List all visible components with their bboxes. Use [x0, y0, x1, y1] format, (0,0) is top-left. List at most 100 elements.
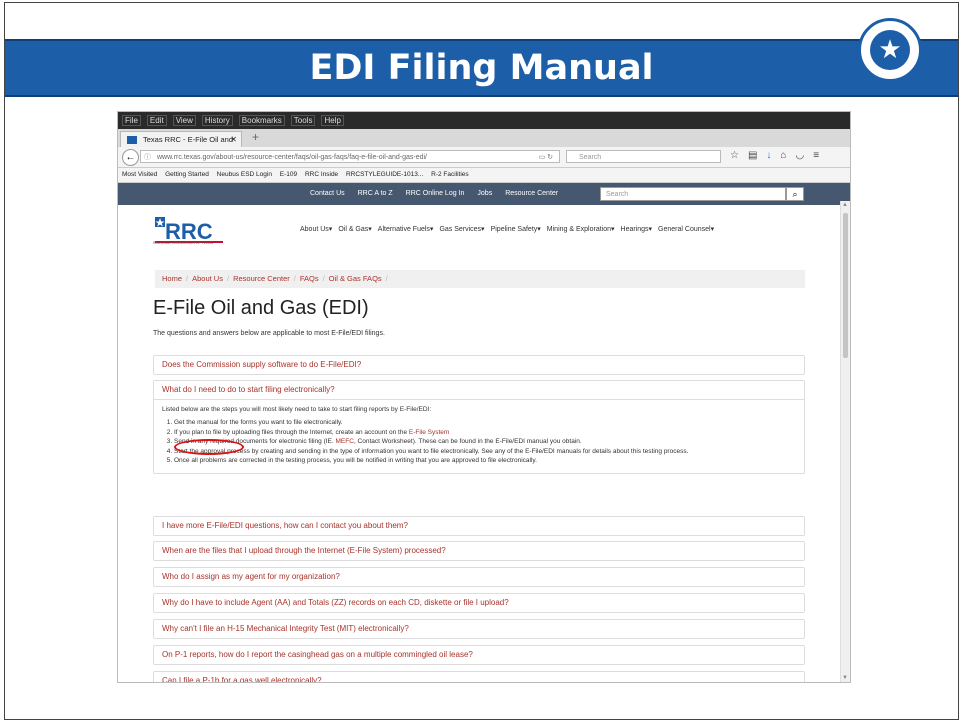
- link-jobs[interactable]: Jobs: [477, 190, 492, 197]
- home-icon[interactable]: ⌂: [780, 150, 795, 161]
- link-resource-center[interactable]: Resource Center: [505, 190, 558, 197]
- steps-list: Get the manual for the forms you want to…: [162, 419, 796, 466]
- bookmark-item[interactable]: RRC Inside: [305, 171, 338, 178]
- step-2: If you plan to file by uploading files t…: [174, 429, 796, 438]
- browser-screenshot: File Edit View History Bookmarks Tools Help Te…: [118, 112, 850, 682]
- bookmark-item[interactable]: RRCSTYLEGUIDE-1013...: [346, 171, 423, 178]
- new-tab-icon[interactable]: +: [252, 130, 259, 144]
- e-file-system-link[interactable]: E-File System: [409, 429, 449, 436]
- download-icon[interactable]: ↓: [766, 150, 780, 161]
- scroll-up-arrow-icon[interactable]: ▲: [842, 202, 848, 208]
- breadcrumb-oil-gas-faqs[interactable]: Oil & Gas FAQs: [329, 274, 382, 283]
- breadcrumb-about-us[interactable]: About Us: [192, 274, 223, 283]
- menu-tools[interactable]: Tools: [290, 115, 316, 126]
- link-contact-us[interactable]: Contact Us: [310, 190, 345, 197]
- url-text: www.rrc.texas.gov/about-us/resource-cent…: [157, 154, 428, 161]
- search-icon[interactable]: ⌕: [786, 187, 804, 201]
- reload-icon[interactable]: ▭ ↻: [539, 151, 553, 164]
- tab-bar: Texas RRC - E-File Oil and Ga ✕ +: [118, 129, 850, 160]
- browser-search-placeholder: Search: [579, 154, 602, 161]
- faq-question[interactable]: When are the files that I upload through…: [154, 542, 804, 560]
- hamburger-menu-icon[interactable]: ≡: [813, 150, 828, 161]
- faq-item[interactable]: When are the files that I upload through…: [153, 541, 805, 561]
- menu-file[interactable]: File: [122, 115, 141, 126]
- faq-item[interactable]: I have more E-File/EDI questions, how ca…: [153, 516, 805, 536]
- breadcrumb-resource-center[interactable]: Resource Center: [233, 274, 290, 283]
- star-icon: ★: [878, 34, 902, 64]
- faq-item[interactable]: Why can't I file an H-15 Mechanical Inte…: [153, 619, 805, 639]
- info-icon[interactable]: ⓘ: [144, 151, 151, 164]
- address-bar[interactable]: ⓘ www.rrc.texas.gov/about-us/resource-ce…: [140, 150, 560, 163]
- mefc-link[interactable]: MEFC: [336, 438, 354, 445]
- faq-item[interactable]: Does the Commission supply software to d…: [153, 355, 805, 375]
- faq-item[interactable]: Why do I have to include Agent (AA) and …: [153, 593, 805, 613]
- menu-edit[interactable]: Edit: [146, 115, 167, 126]
- step-1: Get the manual for the forms you want to…: [174, 419, 796, 428]
- faq-question[interactable]: What do I need to do to start filing ele…: [154, 381, 804, 400]
- faq-question[interactable]: On P-1 reports, how do I report the casi…: [154, 646, 804, 664]
- navigation-bar: ← ⓘ www.rrc.texas.gov/about-us/resource-…: [118, 147, 850, 168]
- toolbar-icons: ☆▤↓⌂◡≡: [730, 150, 828, 161]
- page-title: E-File Oil and Gas (EDI): [153, 297, 369, 319]
- scroll-down-arrow-icon[interactable]: ▼: [842, 675, 848, 681]
- faq-item[interactable]: Can I file a P-1b for a gas well electro…: [153, 671, 805, 682]
- breadcrumb-home[interactable]: Home: [162, 274, 182, 283]
- link-online-login[interactable]: RRC Online Log In: [406, 190, 465, 197]
- faq-question[interactable]: Who do I assign as my agent for my organ…: [154, 568, 804, 586]
- seal-center: ★: [870, 30, 910, 70]
- site-header: RRC RAILROAD COMMISSION OF TEXAS About U…: [118, 205, 850, 255]
- faq-question[interactable]: Does the Commission supply software to d…: [154, 356, 804, 374]
- menu-help[interactable]: Help: [321, 115, 344, 126]
- nav-hearings[interactable]: Hearings▾: [621, 226, 653, 233]
- link-rrc-a-to-z[interactable]: RRC A to Z: [358, 190, 393, 197]
- scrollbar[interactable]: ▲ ▼: [840, 201, 850, 682]
- bookmark-item[interactable]: E-109: [280, 171, 297, 178]
- nav-alternative-fuels[interactable]: Alternative Fuels▾: [378, 226, 434, 233]
- answer-intro: Listed below are the steps you will most…: [162, 406, 432, 413]
- faq-item-expanded[interactable]: What do I need to do to start filing ele…: [153, 380, 805, 474]
- rrc-favicon-icon: [127, 136, 137, 144]
- bookmark-item[interactable]: Neubus ESD Login: [217, 171, 272, 178]
- browser-menubar: File Edit View History Bookmarks Tools Help: [118, 112, 850, 129]
- site-top-nav: Contact Us RRC A to Z RRC Online Log In Job…: [118, 183, 850, 205]
- close-icon[interactable]: ✕: [230, 132, 237, 148]
- browser-tab[interactable]: Texas RRC - E-File Oil and Ga ✕: [120, 131, 242, 160]
- site-search-placeholder: Search: [606, 191, 629, 198]
- star-bookmark-icon[interactable]: ☆: [730, 150, 748, 161]
- bookmarks-bar: Most Visited Getting Started Neubus ESD …: [118, 168, 850, 183]
- browser-search-input[interactable]: Search: [566, 150, 721, 163]
- menu-history[interactable]: History: [201, 115, 233, 126]
- faq-question[interactable]: Why can't I file an H-15 Mechanical Inte…: [154, 620, 804, 638]
- rrc-seal-logo: ★: [858, 18, 922, 82]
- bookmark-item[interactable]: Getting Started: [165, 171, 209, 178]
- pocket-icon[interactable]: ◡: [795, 150, 813, 161]
- site-search-input[interactable]: Search: [600, 187, 786, 201]
- breadcrumb-faqs[interactable]: FAQs: [300, 274, 319, 283]
- back-arrow-icon[interactable]: ←: [122, 149, 139, 166]
- nav-about-us[interactable]: About Us▾: [300, 226, 332, 233]
- bookmark-item[interactable]: R-2 Facilities: [431, 171, 469, 178]
- faq-item[interactable]: On P-1 reports, how do I report the casi…: [153, 645, 805, 665]
- nav-gas-services[interactable]: Gas Services▾: [439, 226, 484, 233]
- clipboard-icon[interactable]: ▤: [748, 150, 766, 161]
- nav-oil-gas[interactable]: Oil & Gas▾: [338, 226, 371, 233]
- step-2-text: If you plan to file by uploading files t…: [174, 428, 409, 436]
- step-4: Start the approval process by creating a…: [174, 448, 796, 457]
- scroll-thumb[interactable]: [843, 213, 848, 358]
- step-3-text-end: , Contact Worksheet). These can be found…: [353, 438, 582, 445]
- faq-question[interactable]: Why do I have to include Agent (AA) and …: [154, 594, 804, 612]
- faq-question[interactable]: I have more E-File/EDI questions, how ca…: [154, 517, 804, 535]
- faq-question[interactable]: Can I file a P-1b for a gas well electro…: [154, 672, 804, 682]
- nav-mining-exploration[interactable]: Mining & Exploration▾: [547, 226, 615, 233]
- title-banner: EDI Filing Manual: [5, 39, 958, 97]
- breadcrumb: Home / About Us / Resource Center / FAQs / Oil &…: [155, 270, 805, 288]
- top-links: Contact Us RRC A to Z RRC Online Log In Job…: [310, 183, 571, 205]
- nav-general-counsel[interactable]: General Counsel▾: [658, 226, 714, 233]
- step-5: Once all problems are corrected in the t…: [174, 457, 796, 466]
- slide-title: EDI Filing Manual: [309, 48, 654, 88]
- menu-bookmarks[interactable]: Bookmarks: [238, 115, 285, 126]
- bookmark-item[interactable]: Most Visited: [122, 171, 157, 178]
- faq-item[interactable]: Who do I assign as my agent for my organ…: [153, 567, 805, 587]
- nav-pipeline-safety[interactable]: Pipeline Safety▾: [491, 226, 541, 233]
- menu-view[interactable]: View: [172, 115, 196, 126]
